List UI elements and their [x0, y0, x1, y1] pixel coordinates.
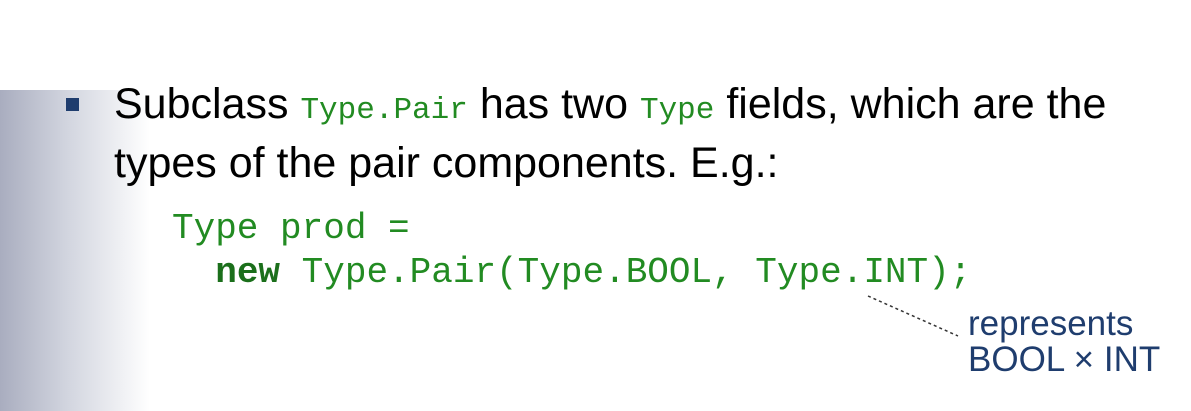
annotation-line-1: represents: [968, 304, 1134, 343]
annotation-callout: represents BOOL × INT: [968, 306, 1160, 378]
annotation-line-2: BOOL × INT: [968, 340, 1161, 379]
